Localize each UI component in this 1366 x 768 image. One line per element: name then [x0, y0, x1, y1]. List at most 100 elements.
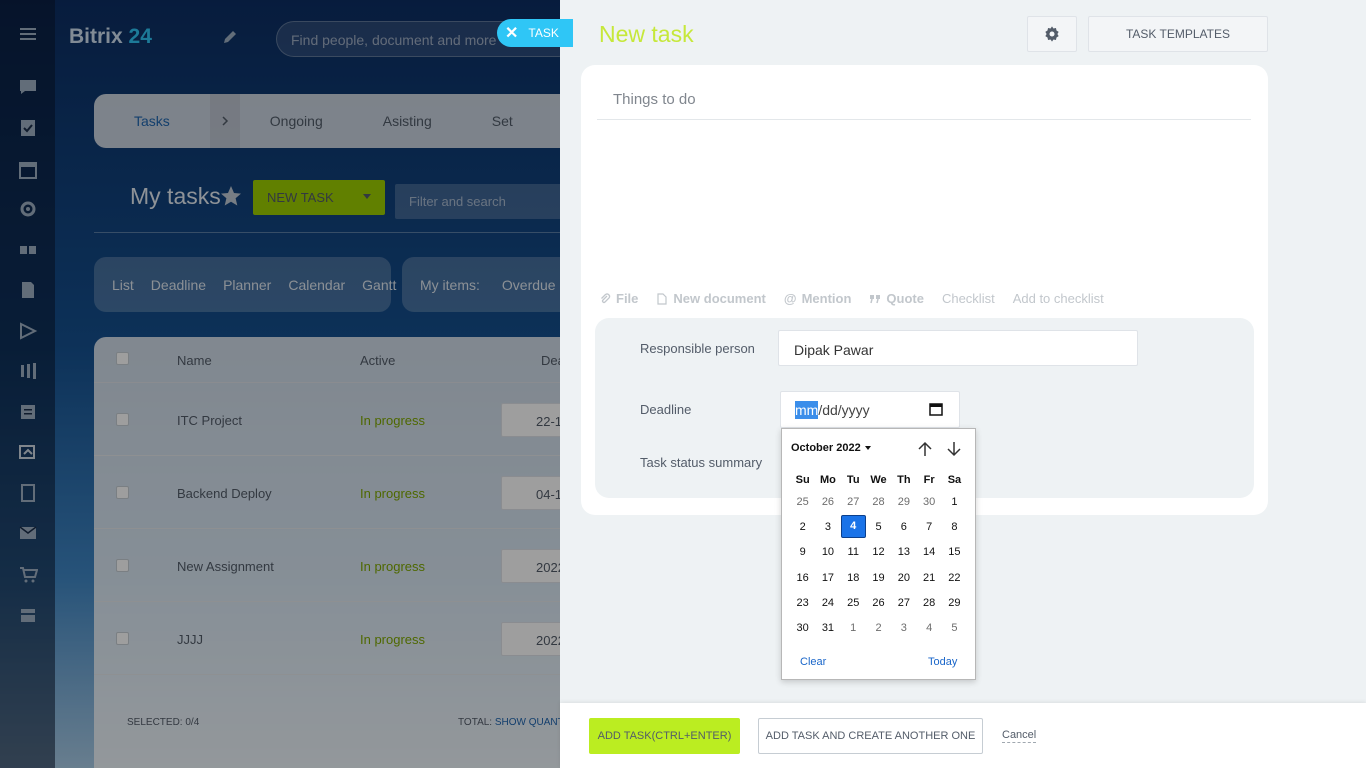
new-task-button[interactable]: NEW TASK [253, 180, 385, 215]
checklist-button[interactable]: Checklist [942, 291, 995, 306]
month-year-select[interactable]: October 2022 [791, 442, 871, 454]
add-to-checklist-button[interactable]: Add to checklist [1013, 291, 1104, 306]
calendar-day[interactable]: 9 [790, 540, 815, 565]
calendar-day[interactable]: 27 [891, 590, 916, 615]
task-name[interactable]: Backend Deploy [177, 486, 272, 501]
clear-date-button[interactable]: Clear [800, 656, 826, 668]
calendar-day[interactable]: 26 [866, 590, 891, 615]
calendar-day[interactable]: 14 [916, 540, 941, 565]
responsible-person-field[interactable]: Dipak Pawar [778, 330, 1138, 366]
task-deadline[interactable]: 2022 [501, 622, 560, 656]
row-checkbox[interactable] [116, 486, 129, 499]
chevron-right-icon[interactable] [209, 94, 240, 148]
calendar-day[interactable]: 22 [942, 565, 967, 590]
calendar-day[interactable]: 20 [891, 565, 916, 590]
month-segment[interactable]: mm [795, 400, 819, 419]
calendar-day[interactable]: 12 [866, 540, 891, 565]
task-deadline[interactable]: 22-1 [501, 403, 560, 437]
star-icon[interactable] [220, 185, 242, 207]
tasks-icon[interactable] [17, 117, 39, 139]
calendar-day[interactable]: 30 [790, 615, 815, 640]
sites-icon[interactable] [17, 320, 39, 342]
calendar-day[interactable]: 6 [891, 514, 916, 539]
inventory-icon[interactable] [17, 604, 39, 626]
integration-icon[interactable] [17, 482, 39, 504]
calendar-day[interactable]: 29 [942, 590, 967, 615]
deadline-date-input[interactable]: mm/dd/yyyy [780, 391, 960, 428]
calendar-day[interactable]: 11 [841, 540, 866, 565]
filter-search-input[interactable]: Filter and search [395, 184, 560, 219]
row-checkbox[interactable] [116, 559, 129, 572]
report-icon[interactable] [17, 401, 39, 423]
table-row[interactable]: ITC Project In progress 22-1 [94, 383, 560, 456]
table-row[interactable]: Backend Deploy In progress 04-1 [94, 456, 560, 529]
date-rest-segment[interactable]: /dd/yyyy [818, 402, 869, 418]
mention-button[interactable]: @ Mention [784, 291, 852, 306]
select-all-checkbox[interactable] [116, 352, 129, 365]
task-templates-button[interactable]: TASK TEMPLATES [1088, 16, 1268, 52]
calendar-day[interactable]: 21 [916, 565, 941, 590]
calendar-day[interactable]: 4 [916, 615, 941, 640]
calendar-day[interactable]: 31 [815, 615, 840, 640]
task-title-input[interactable] [597, 79, 1251, 120]
calendar-day[interactable]: 15 [942, 540, 967, 565]
view-planner[interactable]: Planner [223, 277, 271, 293]
view-gantt[interactable]: Gantt [362, 277, 396, 293]
settings-button[interactable] [1027, 16, 1077, 52]
previous-month-button[interactable] [917, 440, 933, 458]
calendar-day[interactable]: 29 [891, 489, 916, 514]
calendar-day[interactable]: 2 [866, 615, 891, 640]
calendar-day[interactable]: 26 [815, 489, 840, 514]
calendar-day[interactable]: 18 [841, 565, 866, 590]
calendar-day[interactable]: 13 [891, 540, 916, 565]
kanban-icon[interactable] [17, 360, 39, 382]
calendar-day[interactable]: 23 [790, 590, 815, 615]
view-list[interactable]: List [112, 277, 134, 293]
column-active[interactable]: Active [360, 353, 395, 368]
tab-set[interactable]: Set [462, 113, 543, 129]
add-and-create-another-button[interactable]: ADD TASK AND CREATE ANOTHER ONE [758, 718, 983, 754]
calendar-day[interactable]: 3 [891, 615, 916, 640]
task-name[interactable]: ITC Project [177, 413, 242, 428]
calendar-day[interactable]: 7 [916, 514, 941, 539]
overdue-filter[interactable]: Overdue [502, 277, 556, 293]
task-deadline[interactable]: 2022 [501, 549, 560, 583]
calendar-day[interactable]: 17 [815, 565, 840, 590]
add-task-button[interactable]: ADD TASK(CTRL+ENTER) [589, 718, 740, 754]
calendar-day[interactable]: 3 [815, 514, 840, 539]
tab-assisting[interactable]: Asisting [353, 113, 462, 129]
calendar-day[interactable]: 8 [942, 514, 967, 539]
calendar-day[interactable]: 16 [790, 565, 815, 590]
view-calendar[interactable]: Calendar [288, 277, 345, 293]
show-quantity-link[interactable]: SHOW QUANT [495, 717, 560, 728]
calendar-day[interactable]: 5 [942, 615, 967, 640]
calendar-day[interactable]: 19 [866, 565, 891, 590]
calendar-day[interactable]: 24 [815, 590, 840, 615]
chat-icon[interactable] [17, 76, 39, 98]
mail-icon[interactable] [17, 522, 39, 544]
close-icon[interactable]: ✕ [505, 23, 518, 43]
new-document-button[interactable]: New document [656, 291, 766, 306]
caret-down-icon[interactable] [363, 194, 371, 199]
automation-icon[interactable] [17, 441, 39, 463]
calendar-day[interactable]: 1 [841, 615, 866, 640]
cart-icon[interactable] [17, 564, 39, 586]
calendar-icon[interactable] [929, 402, 943, 416]
column-deadline[interactable]: Dea [541, 353, 560, 368]
settings-icon[interactable] [17, 198, 39, 220]
calendar-day-selected[interactable]: 4 [840, 514, 866, 539]
task-deadline[interactable]: 04-1 [501, 476, 560, 510]
table-row[interactable]: JJJJ In progress 2022 [94, 602, 560, 675]
menu-icon[interactable] [17, 23, 39, 45]
row-checkbox[interactable] [116, 413, 129, 426]
task-name[interactable]: JJJJ [177, 632, 203, 647]
next-month-button[interactable] [946, 440, 962, 458]
calendar-day[interactable]: 30 [916, 489, 941, 514]
table-row[interactable]: New Assignment In progress 2022 [94, 529, 560, 602]
calendar-day[interactable]: 27 [841, 489, 866, 514]
row-checkbox[interactable] [116, 632, 129, 645]
today-button[interactable]: Today [928, 656, 957, 668]
file-button[interactable]: File [599, 291, 638, 306]
tab-tasks[interactable]: Tasks [94, 113, 210, 129]
brand-logo[interactable]: Bitrix 24 [69, 25, 152, 49]
